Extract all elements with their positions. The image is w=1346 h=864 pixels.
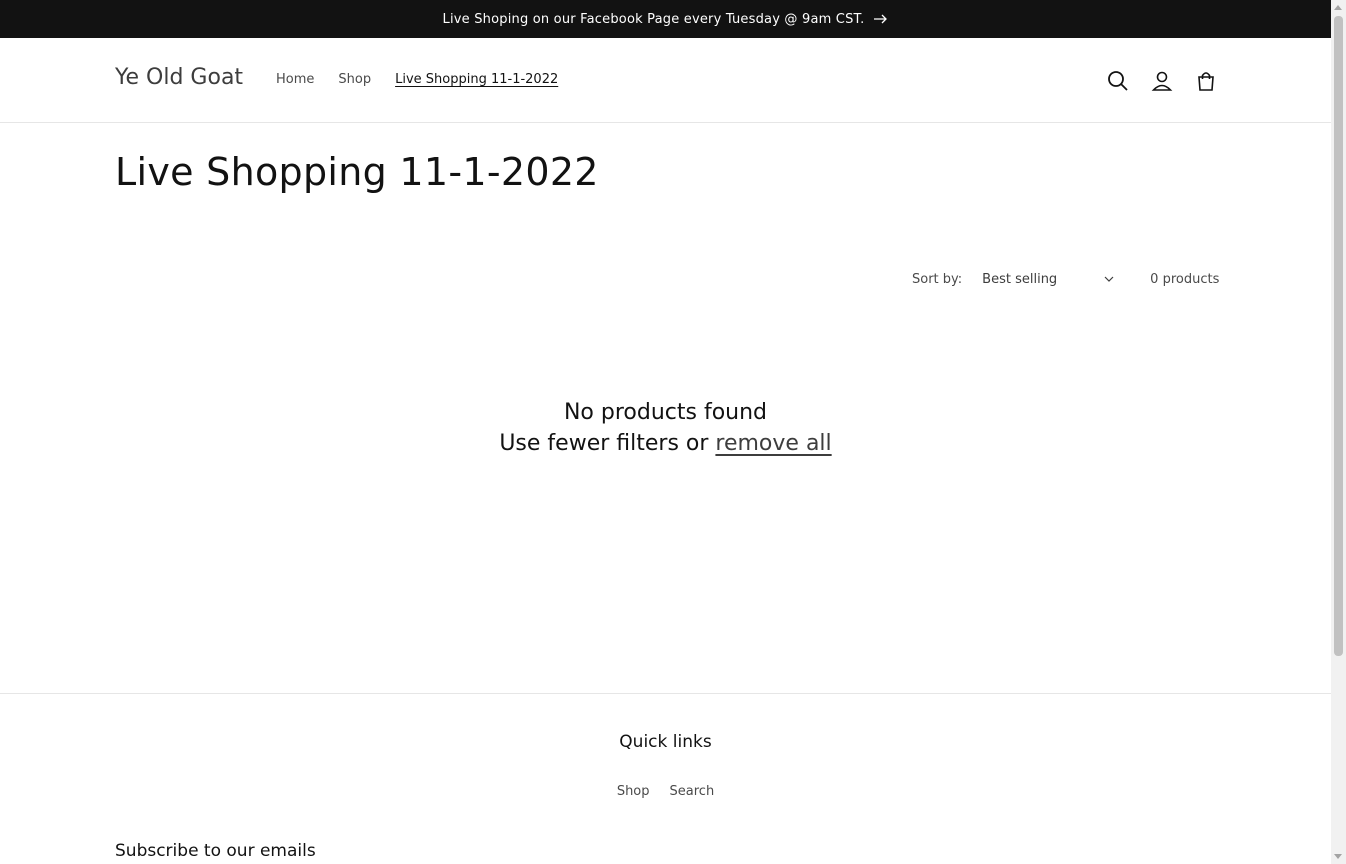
announcement-link[interactable]: Live Shoping on our Facebook Page every … xyxy=(443,12,889,27)
nav-item-live-shopping[interactable]: Live Shopping 11-1-2022 xyxy=(395,72,558,87)
sort-bar: Sort by: Best selling 0 products xyxy=(912,272,1219,287)
quick-links: Shop Search xyxy=(0,784,1331,799)
nav-item-home[interactable]: Home xyxy=(276,72,314,87)
cart-icon[interactable] xyxy=(1192,67,1220,95)
page-title: Live Shopping 11-1-2022 xyxy=(115,150,599,194)
search-icon[interactable] xyxy=(1104,67,1132,95)
account-icon[interactable] xyxy=(1148,67,1176,95)
sort-label: Sort by: xyxy=(912,272,963,287)
announcement-text: Live Shoping on our Facebook Page every … xyxy=(442,11,865,27)
nav-item-shop[interactable]: Shop xyxy=(338,72,371,87)
arrow-right-icon xyxy=(874,14,888,24)
page: Live Shoping on our Facebook Page every … xyxy=(0,0,1331,864)
announcement-bar: Live Shoping on our Facebook Page every … xyxy=(0,0,1331,38)
empty-state: No products found Use fewer filters or r… xyxy=(0,397,1331,459)
scrollbar[interactable] xyxy=(1331,0,1346,864)
footer-link-shop[interactable]: Shop xyxy=(617,784,650,799)
scrollbar-thumb[interactable] xyxy=(1334,16,1343,656)
quick-links-title: Quick links xyxy=(619,732,712,752)
empty-title: No products found xyxy=(563,400,768,425)
site-logo[interactable]: Ye Old Goat xyxy=(115,65,243,90)
site-header: Ye Old Goat Home Shop Live Shopping 11-1… xyxy=(0,38,1331,123)
sort-select-value: Best selling xyxy=(982,272,1058,287)
scroll-down-arrow-icon[interactable] xyxy=(1334,854,1342,859)
header-icons xyxy=(1104,67,1220,95)
site-footer: Quick links Shop Search Subscribe to our… xyxy=(0,693,1331,864)
empty-subtitle: Use fewer filters or remove all xyxy=(0,428,1331,459)
main-nav: Home Shop Live Shopping 11-1-2022 xyxy=(276,72,582,87)
remove-all-link[interactable]: remove all xyxy=(715,431,831,456)
product-count: 0 products xyxy=(1150,272,1220,287)
sort-select[interactable]: Best selling xyxy=(982,272,1114,287)
footer-link-search[interactable]: Search xyxy=(670,784,715,799)
scroll-up-arrow-icon[interactable] xyxy=(1334,5,1342,10)
empty-subtitle-text: Use fewer filters or xyxy=(499,431,709,456)
subscribe-title: Subscribe to our emails xyxy=(115,841,316,861)
chevron-down-icon xyxy=(1104,276,1114,282)
